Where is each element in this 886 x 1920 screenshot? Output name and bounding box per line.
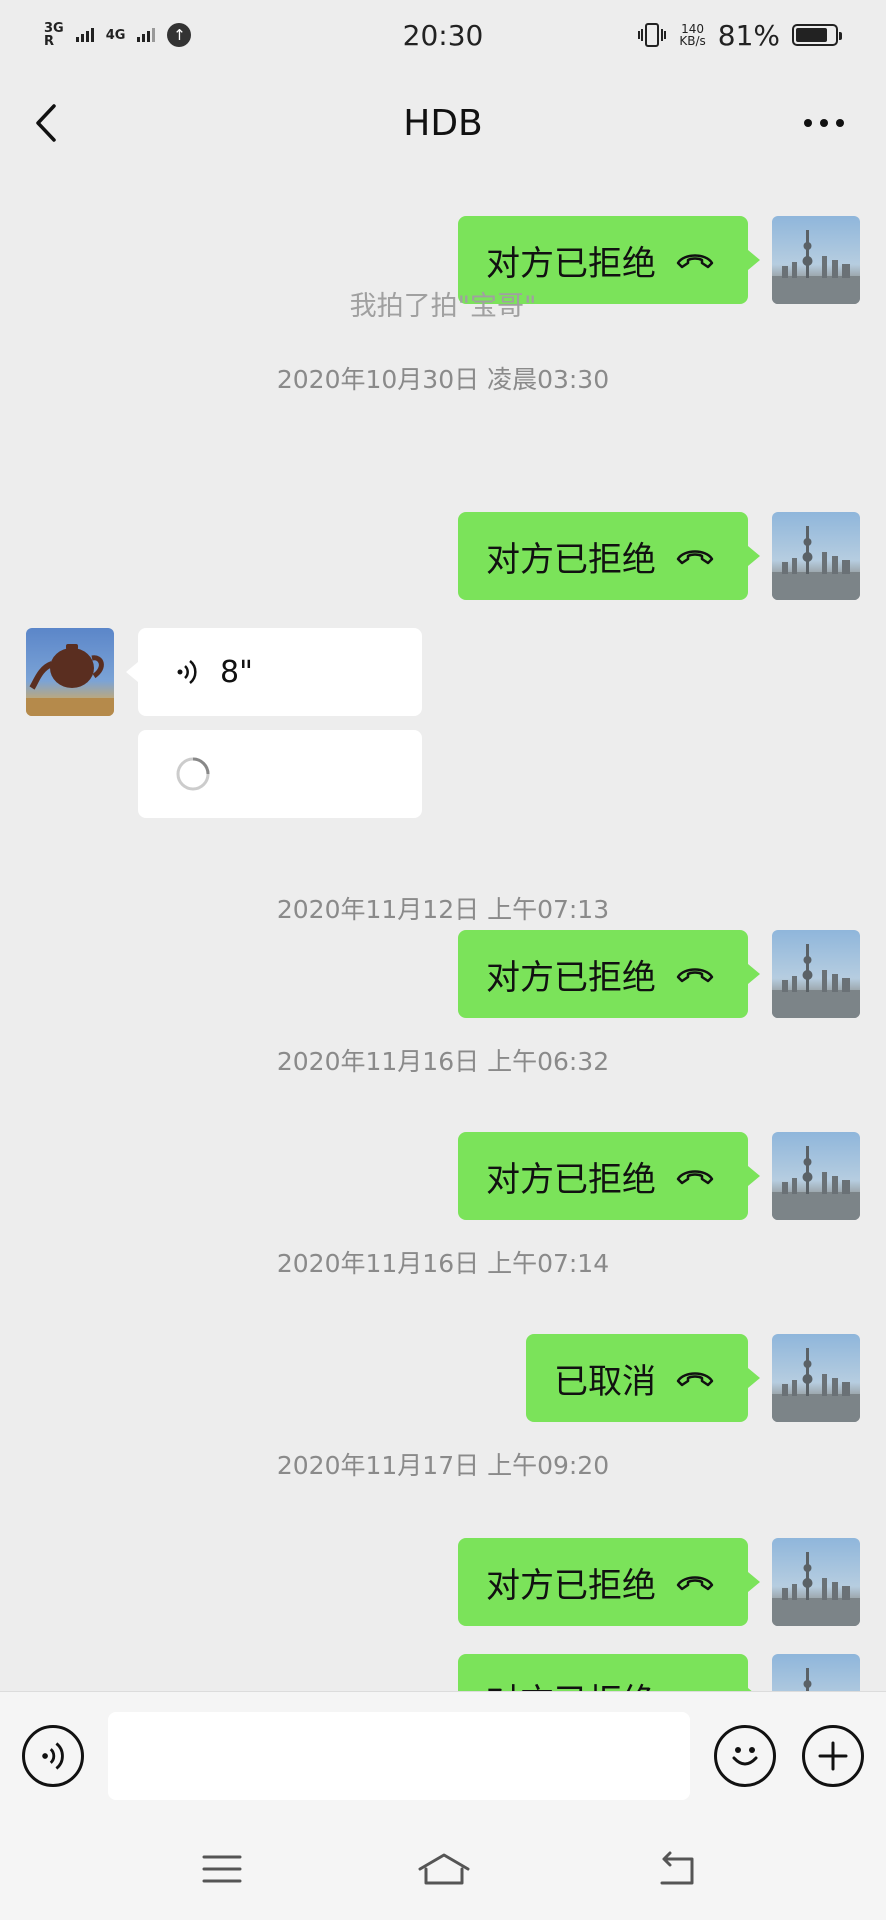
chevron-left-icon[interactable] bbox=[26, 98, 66, 148]
call-message-bubble[interactable]: 对方已拒绝 bbox=[458, 512, 760, 600]
more-dots-icon[interactable] bbox=[802, 110, 846, 136]
plus-button[interactable] bbox=[802, 1725, 864, 1787]
phone-hangup-icon bbox=[676, 254, 714, 269]
loading-bubble bbox=[138, 730, 422, 818]
clock: 20:30 bbox=[402, 18, 484, 52]
voice-toggle-button[interactable] bbox=[22, 1725, 84, 1787]
voice-toggle-icon bbox=[42, 1742, 64, 1770]
call-message-bubble[interactable]: 对方已拒绝 bbox=[458, 1538, 760, 1626]
call-status-text: 对方已拒绝 bbox=[486, 539, 656, 580]
avatar[interactable] bbox=[772, 1132, 860, 1220]
phone-hangup-icon bbox=[676, 968, 714, 983]
timestamp: 2020年11月12日 上午07:13 bbox=[276, 895, 610, 924]
timestamp: 2020年11月16日 上午07:14 bbox=[276, 1249, 610, 1278]
incoming-bubbles: 8" bbox=[114, 628, 422, 818]
call-status-text: 已取消 bbox=[554, 1361, 656, 1402]
message-list[interactable]: 对方已拒绝 我拍了拍"宝哥" 2020年10月30日 凌晨03:30 对方已拒绝 bbox=[0, 176, 886, 1691]
call-message-bubble[interactable]: 已取消 bbox=[526, 1334, 760, 1422]
city-skyline-image bbox=[772, 1146, 860, 1220]
avatar[interactable] bbox=[772, 1538, 860, 1626]
emoji-icon bbox=[732, 1747, 758, 1766]
chat-header: HDB bbox=[0, 70, 886, 176]
phone-hangup-icon bbox=[676, 1576, 714, 1591]
message-row-outgoing: 对方已拒绝 bbox=[458, 512, 860, 600]
plus-icon bbox=[818, 1741, 848, 1771]
city-skyline-image bbox=[772, 1348, 860, 1422]
battery-icon bbox=[792, 24, 842, 46]
loading-spinner-icon bbox=[176, 757, 210, 791]
chat-title: HDB bbox=[403, 102, 483, 144]
emoji-button[interactable] bbox=[714, 1725, 776, 1787]
call-message-bubble[interactable]: 对方已拒绝 bbox=[458, 1654, 760, 1692]
avatar[interactable] bbox=[26, 628, 114, 716]
voice-wave-icon bbox=[177, 660, 197, 684]
message-row-outgoing: 对方已拒绝 bbox=[458, 930, 860, 1018]
input-bar bbox=[0, 1691, 886, 1819]
avatar[interactable] bbox=[772, 512, 860, 600]
call-status-text: 对方已拒绝 bbox=[486, 243, 656, 284]
pat-system-note: 我拍了拍"宝哥" bbox=[349, 291, 537, 322]
message-row-outgoing: 已取消 bbox=[526, 1334, 860, 1422]
message-row-outgoing: 对方已拒绝 bbox=[458, 1538, 860, 1626]
system-nav-bar bbox=[0, 1819, 886, 1920]
phone-hangup-icon bbox=[676, 1372, 714, 1387]
call-status-text: 对方已拒绝 bbox=[486, 1159, 656, 1200]
city-skyline-image bbox=[803, 1668, 812, 1691]
call-status-text: 对方已拒绝 bbox=[486, 957, 656, 998]
call-message-bubble[interactable]: 对方已拒绝 bbox=[458, 930, 760, 1018]
voice-duration: 8" bbox=[220, 654, 253, 690]
timestamp: 2020年11月16日 上午06:32 bbox=[276, 1047, 610, 1076]
home-icon[interactable] bbox=[416, 1849, 472, 1889]
avatar[interactable] bbox=[772, 930, 860, 1018]
city-skyline-image bbox=[772, 944, 860, 1018]
avatar[interactable] bbox=[772, 1334, 860, 1422]
back-icon[interactable] bbox=[652, 1849, 700, 1889]
avatar[interactable] bbox=[772, 1654, 860, 1691]
message-row-outgoing: 对方已拒绝 bbox=[458, 1654, 860, 1691]
call-status-text: 对方已拒绝 bbox=[486, 1565, 656, 1606]
teapot-image bbox=[26, 644, 114, 716]
menu-icon[interactable] bbox=[198, 1849, 246, 1889]
battery-fill bbox=[796, 28, 827, 42]
city-skyline-image bbox=[772, 526, 860, 600]
phone-hangup-icon bbox=[676, 550, 714, 565]
call-message-bubble[interactable]: 对方已拒绝 bbox=[458, 1132, 760, 1220]
status-bar: 3G R 4G ↑ 20:30 140 KB/s 81% bbox=[0, 0, 886, 70]
phone-hangup-icon bbox=[676, 1170, 714, 1185]
message-input[interactable] bbox=[108, 1712, 690, 1800]
timestamp: 2020年10月30日 凌晨03:30 bbox=[276, 365, 610, 394]
call-status-text: 对方已拒绝 bbox=[486, 1674, 656, 1692]
city-skyline-image bbox=[772, 1552, 860, 1626]
message-row-outgoing: 对方已拒绝 bbox=[458, 1132, 860, 1220]
timestamp: 2020年11月17日 上午09:20 bbox=[276, 1451, 610, 1480]
voice-message-bubble[interactable]: 8" bbox=[126, 628, 422, 716]
message-row-incoming: 8" bbox=[26, 628, 422, 818]
